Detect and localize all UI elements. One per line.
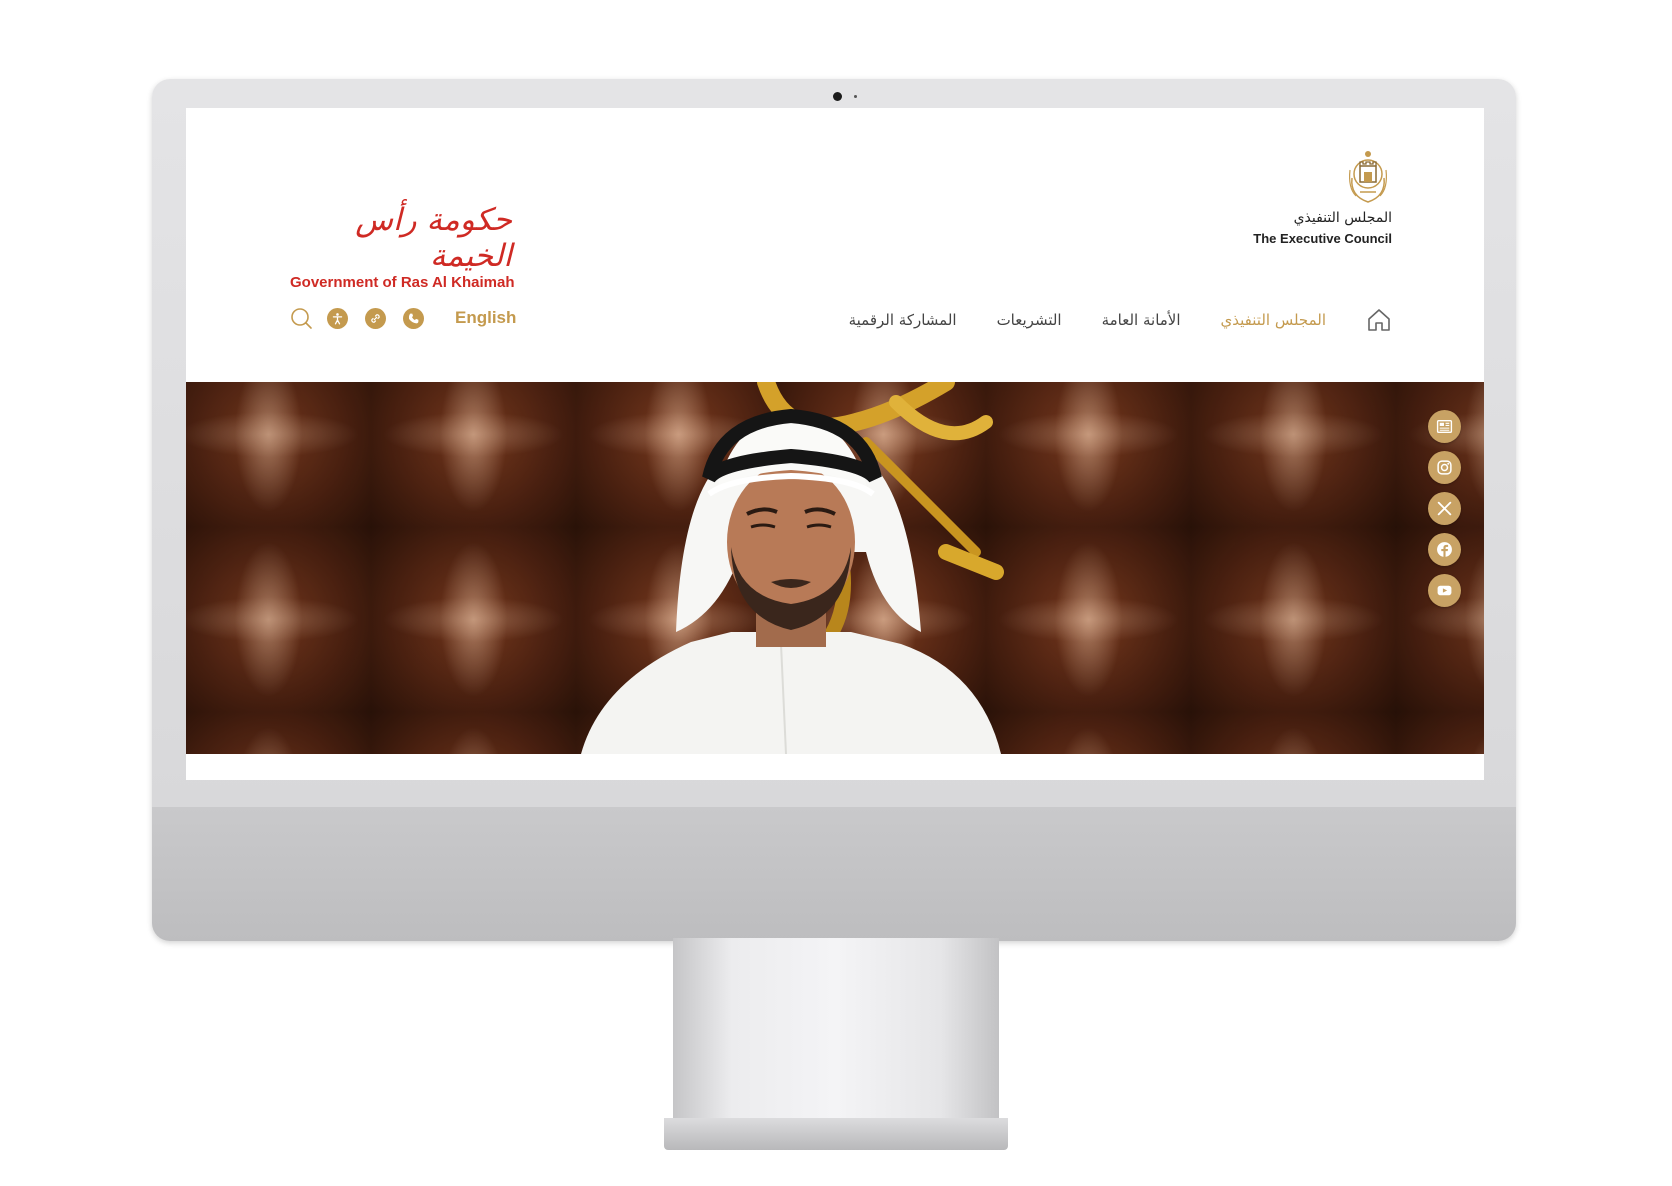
x-icon[interactable] xyxy=(1428,492,1461,525)
nav-item-executive-council[interactable]: المجلس التنفيذي xyxy=(1221,311,1326,329)
council-name-english: The Executive Council xyxy=(1253,231,1392,246)
camera-sensor xyxy=(854,95,857,98)
hero-banner xyxy=(186,382,1484,754)
executive-council-logo[interactable]: المجلس التنفيذي The Executive Council xyxy=(1172,148,1392,246)
hero-person-image xyxy=(581,408,1001,754)
language-switch-link[interactable]: English xyxy=(455,308,516,328)
main-navigation: المجلس التنفيذي الأمانة العامة التشريعات… xyxy=(809,304,1392,336)
monitor-stand-base xyxy=(664,1118,1008,1150)
camera-icon xyxy=(833,92,842,101)
nav-item-general-secretariat[interactable]: الأمانة العامة xyxy=(1102,311,1181,329)
government-logo-arabic: حكومة رأس الخيمة xyxy=(355,202,512,274)
utility-bar: English xyxy=(290,304,520,334)
council-name-arabic: المجلس التنفيذي xyxy=(1293,210,1392,226)
news-icon[interactable] xyxy=(1428,410,1461,443)
instagram-icon[interactable] xyxy=(1428,451,1461,484)
government-logo-english: Government of Ras Al Khaimah xyxy=(290,274,515,291)
youtube-icon[interactable] xyxy=(1428,574,1461,607)
accessibility-icon[interactable] xyxy=(327,308,348,329)
website-screen: حكومة رأس الخيمة Government of Ras Al Kh… xyxy=(186,108,1484,780)
monitor-stand xyxy=(673,938,999,1123)
nav-item-legislation[interactable]: التشريعات xyxy=(997,311,1062,329)
home-icon[interactable] xyxy=(1366,307,1392,333)
nav-item-digital-participation[interactable]: المشاركة الرقمية xyxy=(849,311,957,329)
monitor-chin xyxy=(152,807,1516,941)
social-sidebar xyxy=(1428,410,1462,615)
council-emblem-icon xyxy=(1346,148,1390,208)
link-icon[interactable] xyxy=(365,308,386,329)
phone-icon[interactable] xyxy=(403,308,424,329)
government-logo[interactable]: حكومة رأس الخيمة Government of Ras Al Kh… xyxy=(290,202,515,292)
search-icon[interactable] xyxy=(290,307,314,331)
facebook-icon[interactable] xyxy=(1428,533,1461,566)
